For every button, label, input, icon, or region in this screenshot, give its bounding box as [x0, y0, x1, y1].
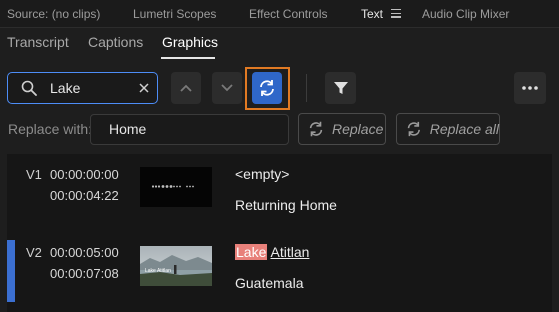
- subtab-transcript[interactable]: Transcript: [7, 34, 69, 50]
- tab-lumetri-scopes[interactable]: Lumetri Scopes: [133, 7, 216, 21]
- replace-all-button-label: Replace all: [429, 121, 499, 137]
- refresh-icon: [260, 80, 274, 96]
- clip-thumbnail[interactable]: [140, 167, 212, 207]
- replace-all-button[interactable]: Replace all: [396, 113, 500, 145]
- panel-menu-icon[interactable]: [391, 9, 401, 18]
- search-icon: [21, 80, 37, 96]
- replace-input[interactable]: Home: [109, 121, 146, 137]
- replace-with-label: Replace with:: [8, 121, 93, 137]
- track-label: V1: [26, 167, 42, 182]
- thumbnail-text-preview: [151, 185, 194, 188]
- previous-match-button[interactable]: [171, 72, 201, 104]
- tab-effect-controls[interactable]: Effect Controls: [249, 7, 327, 21]
- active-tab-indicator: [161, 57, 215, 59]
- lake-landscape-image: [140, 246, 212, 286]
- tab-text[interactable]: Text: [361, 7, 383, 21]
- selected-row-indicator: [7, 240, 15, 302]
- replace-button-label: Replace: [332, 121, 384, 137]
- more-icon: [522, 86, 538, 90]
- subtab-graphics[interactable]: Graphics: [162, 34, 218, 50]
- more-options-button[interactable]: [514, 72, 546, 104]
- start-timecode[interactable]: 00:00:00:00: [50, 167, 119, 182]
- tab-audio-clip-mixer[interactable]: Audio Clip Mixer: [422, 7, 509, 21]
- result-subtitle[interactable]: Guatemala: [235, 275, 303, 291]
- subtab-captions[interactable]: Captions: [88, 34, 143, 50]
- next-match-button[interactable]: [212, 72, 242, 104]
- replace-button[interactable]: Replace: [298, 113, 386, 145]
- toolbar-divider: [306, 74, 307, 102]
- filter-button[interactable]: [325, 72, 356, 104]
- filter-icon: [333, 82, 348, 94]
- result-title[interactable]: Lake Atitlan: [235, 244, 309, 260]
- end-timecode: 00:00:07:08: [50, 266, 119, 281]
- chevron-up-icon: [180, 84, 192, 92]
- track-label: V2: [26, 245, 42, 260]
- clip-thumbnail[interactable]: Lake Atitlan: [140, 246, 212, 286]
- search-input[interactable]: Lake: [50, 80, 80, 96]
- end-timecode: 00:00:04:22: [50, 188, 119, 203]
- clear-icon[interactable]: [137, 81, 151, 95]
- replace-all-icon: [407, 121, 420, 137]
- result-title[interactable]: <empty>: [235, 166, 289, 182]
- tab-source[interactable]: Source: (no clips): [7, 7, 100, 21]
- search-match-highlight: Lake: [235, 244, 268, 260]
- result-subtitle[interactable]: Returning Home: [235, 197, 337, 213]
- replace-icon: [309, 121, 323, 137]
- start-timecode[interactable]: 00:00:05:00: [50, 245, 119, 260]
- result-title-rest: Atitlan: [270, 244, 310, 260]
- thumbnail-caption: Lake Atitlan: [145, 268, 171, 274]
- chevron-down-icon: [221, 84, 233, 92]
- refresh-button[interactable]: [252, 72, 282, 104]
